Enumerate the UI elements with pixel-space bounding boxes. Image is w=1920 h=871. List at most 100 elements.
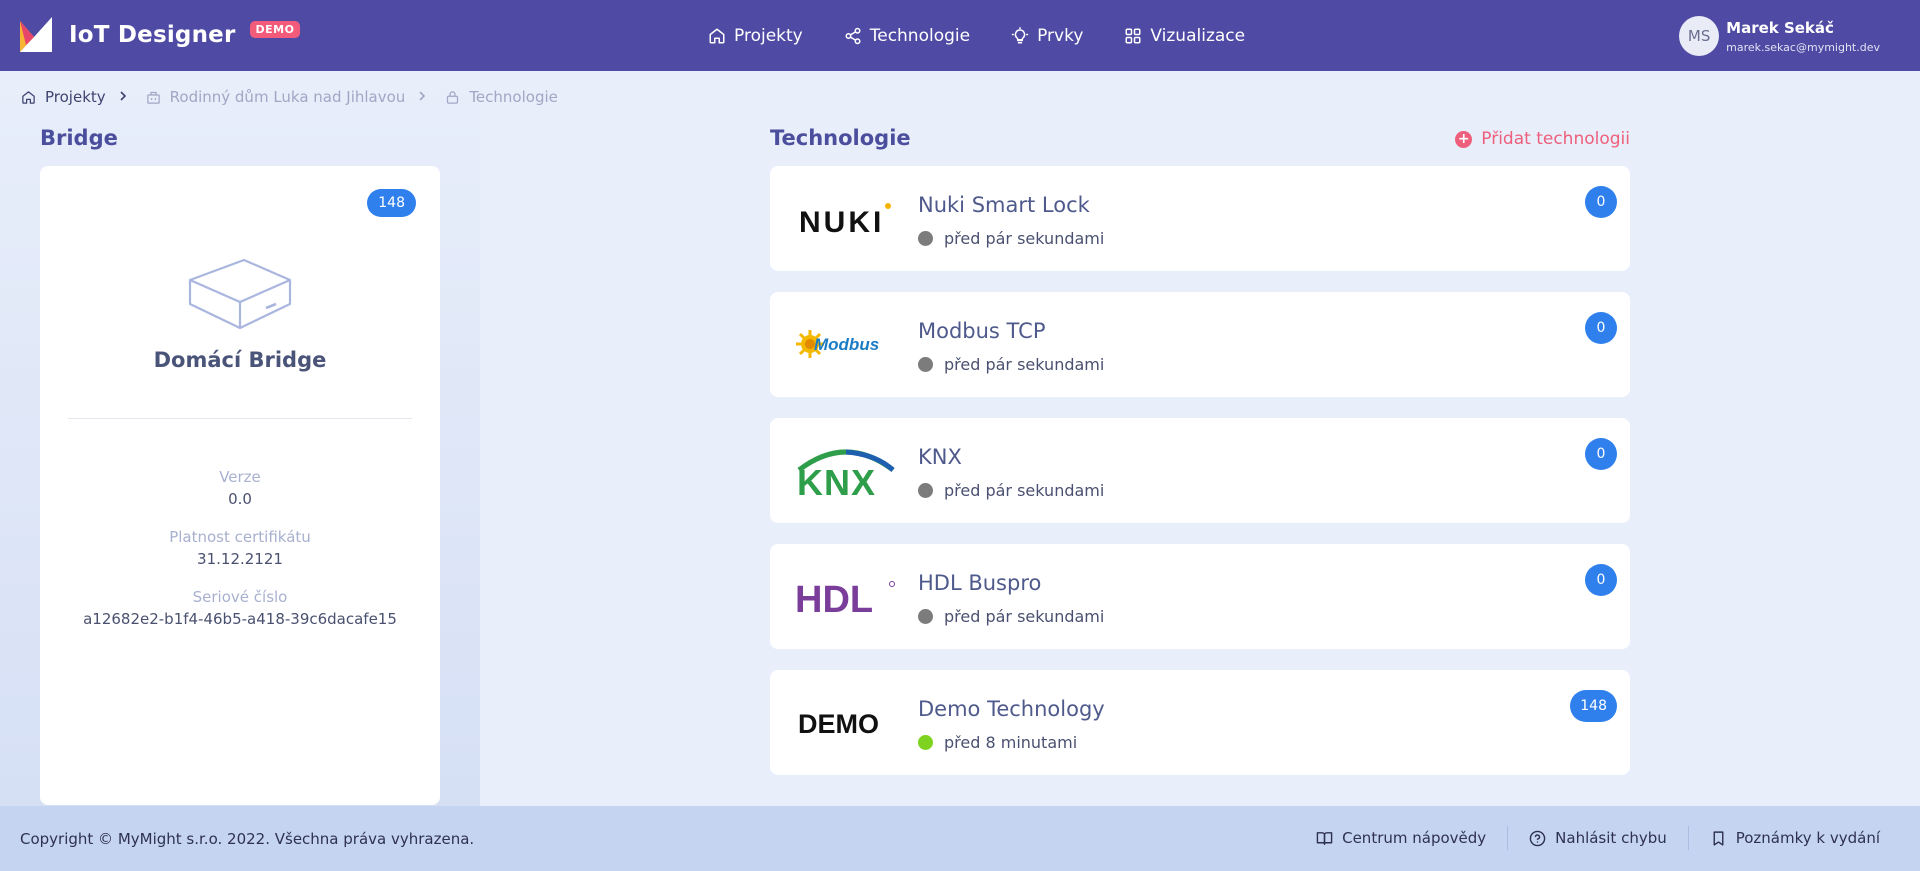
divider — [68, 418, 412, 419]
status-dot-icon — [918, 357, 933, 372]
help-center-link[interactable]: Centrum nápovědy — [1316, 829, 1486, 847]
bridge-card[interactable]: 148 Domácí Bridge Verze 0.0 Platnost cer… — [40, 166, 440, 805]
modbus-logo-text: Modbus — [814, 335, 879, 354]
technology-name: Modbus TCP — [918, 319, 1046, 343]
nav-prvky[interactable]: Prvky — [1011, 26, 1083, 46]
technology-count-badge: 0 — [1585, 312, 1617, 344]
nav-technologie[interactable]: Technologie — [844, 26, 970, 46]
divider — [1687, 826, 1689, 850]
top-navbar: IoT Designer DEMO Projekty Technologie P… — [0, 0, 1920, 71]
cert-value: 31.12.2121 — [197, 550, 283, 568]
technology-card-knx[interactable]: KNX KNX před pár sekundami 0 — [770, 418, 1630, 523]
knx-logo: KNX — [795, 440, 897, 500]
status-text: před pár sekundami — [944, 607, 1105, 626]
home-icon — [22, 90, 35, 104]
technology-status: před pár sekundami — [918, 607, 1104, 626]
status-text: před pár sekundami — [944, 481, 1105, 500]
status-dot-icon — [918, 483, 933, 498]
technology-name: Nuki Smart Lock — [918, 193, 1090, 217]
technology-card-demo[interactable]: DEMO Demo Technology před 8 minutami 148 — [770, 670, 1630, 775]
user-menu[interactable]: MS Marek Sekáč marek.sekac@mymight.dev — [1679, 16, 1880, 56]
technology-count-badge: 0 — [1585, 564, 1617, 596]
breadcrumb-label: Projekty — [45, 88, 106, 106]
status-dot-icon — [918, 609, 933, 624]
breadcrumb: Projekty Rodinný dům Luka nad Jihlavou T… — [21, 88, 558, 106]
bulb-icon — [1011, 26, 1029, 43]
hdl-logo-text: HDL — [795, 579, 873, 618]
release-notes-link[interactable]: Poznámky k vydání — [1710, 829, 1880, 847]
nav-projekty[interactable]: Projekty — [708, 26, 803, 46]
technology-card-nuki[interactable]: NUKI Nuki Smart Lock před pár sekundami … — [770, 166, 1630, 271]
breadcrumb-project[interactable]: Rodinný dům Luka nad Jihlavou — [146, 88, 406, 106]
bridge-name: Domácí Bridge — [153, 348, 327, 372]
technology-status: před pár sekundami — [918, 481, 1104, 500]
status-text: před pár sekundami — [944, 355, 1105, 374]
technology-card-modbus[interactable]: Modbus Modbus TCP před pár sekundami 0 — [770, 292, 1630, 397]
version-label: Verze — [219, 468, 261, 486]
footer-link-label: Poznámky k vydání — [1735, 829, 1880, 847]
add-technology-label: Přidat technologii — [1481, 129, 1630, 149]
bookmark-icon — [1713, 830, 1724, 846]
book-icon — [1316, 831, 1333, 845]
serial-label: Seriové číslo — [192, 588, 288, 606]
breadcrumb-label: Rodinný dům Luka nad Jihlavou — [169, 88, 406, 106]
footer-links: Centrum nápovědy Nahlásit chybu Poznámky… — [1316, 826, 1880, 850]
status-text: před 8 minutami — [944, 733, 1078, 752]
avatar: MS — [1679, 16, 1720, 56]
share-icon — [845, 27, 861, 44]
footer-link-label: Nahlásit chybu — [1555, 829, 1667, 847]
nav-vizualizace[interactable]: Vizualizace — [1124, 26, 1245, 46]
nuki-logo-text: NUKI — [799, 206, 884, 238]
nav-label: Projekty — [734, 25, 803, 46]
demo-logo: DEMO — [795, 692, 897, 752]
technology-status: před pár sekundami — [918, 229, 1104, 248]
nuki-logo: NUKI — [795, 188, 897, 248]
serial-value: a12682e2-b1f4-46b5-a418-39c6dacafe15 — [83, 610, 397, 628]
help-circle-icon — [1529, 830, 1546, 846]
technology-status: před 8 minutami — [918, 733, 1077, 752]
version-value: 0.0 — [228, 490, 252, 508]
add-technology-button[interactable]: + Přidat technologii — [1455, 129, 1630, 149]
user-email: marek.sekac@mymight.dev — [1726, 40, 1880, 54]
chevron-right-icon — [417, 89, 427, 105]
nav-label: Technologie — [869, 25, 971, 46]
brand[interactable]: IoT Designer DEMO — [20, 17, 301, 52]
home-icon — [709, 28, 725, 43]
technology-count-badge: 0 — [1585, 186, 1617, 218]
divider — [1507, 826, 1509, 850]
breadcrumb-label: Technologie — [469, 88, 558, 106]
technology-name: Demo Technology — [918, 697, 1105, 721]
bridge-section-title: Bridge — [40, 126, 118, 150]
status-dot-icon — [918, 735, 933, 750]
demo-logo-text: DEMO — [798, 709, 879, 739]
technology-status: před pár sekundami — [918, 355, 1104, 374]
hdl-logo: HDL — [795, 566, 897, 626]
knx-logo-text: KNX — [797, 462, 876, 498]
status-text: před pár sekundami — [944, 229, 1105, 248]
app-logo-icon — [20, 17, 52, 52]
status-dot-icon — [918, 231, 933, 246]
demo-tag: DEMO — [249, 21, 301, 38]
grid-icon — [1125, 28, 1141, 43]
app-name: IoT Designer — [69, 21, 236, 48]
technology-count-badge: 0 — [1585, 438, 1617, 470]
breadcrumb-technologie: Technologie — [445, 88, 558, 106]
report-bug-link[interactable]: Nahlásit chybu — [1529, 829, 1667, 847]
lock-icon — [447, 90, 459, 104]
plus-icon: + — [1455, 130, 1473, 148]
bridge-device-icon — [188, 258, 292, 330]
technology-card-hdl[interactable]: HDL HDL Buspro před pár sekundami 0 — [770, 544, 1630, 649]
cert-label: Platnost certifikátu — [169, 528, 311, 546]
breadcrumb-projekty[interactable]: Projekty — [21, 88, 106, 106]
nav-label: Vizualizace — [1150, 25, 1246, 46]
main-nav: Projekty Technologie Prvky Vizualizace — [708, 0, 1286, 71]
technology-name: HDL Buspro — [918, 571, 1042, 595]
chevron-right-icon — [118, 89, 128, 105]
copyright: Copyright © MyMight s.r.o. 2022. Všechna… — [20, 830, 475, 848]
technology-count-badge: 148 — [1570, 690, 1617, 722]
footer: Copyright © MyMight s.r.o. 2022. Všechna… — [0, 806, 1920, 871]
user-name: Marek Sekáč — [1726, 18, 1834, 37]
technology-name: KNX — [918, 445, 962, 469]
building-icon — [146, 91, 160, 104]
technologies-section-title: Technologie — [770, 126, 911, 150]
